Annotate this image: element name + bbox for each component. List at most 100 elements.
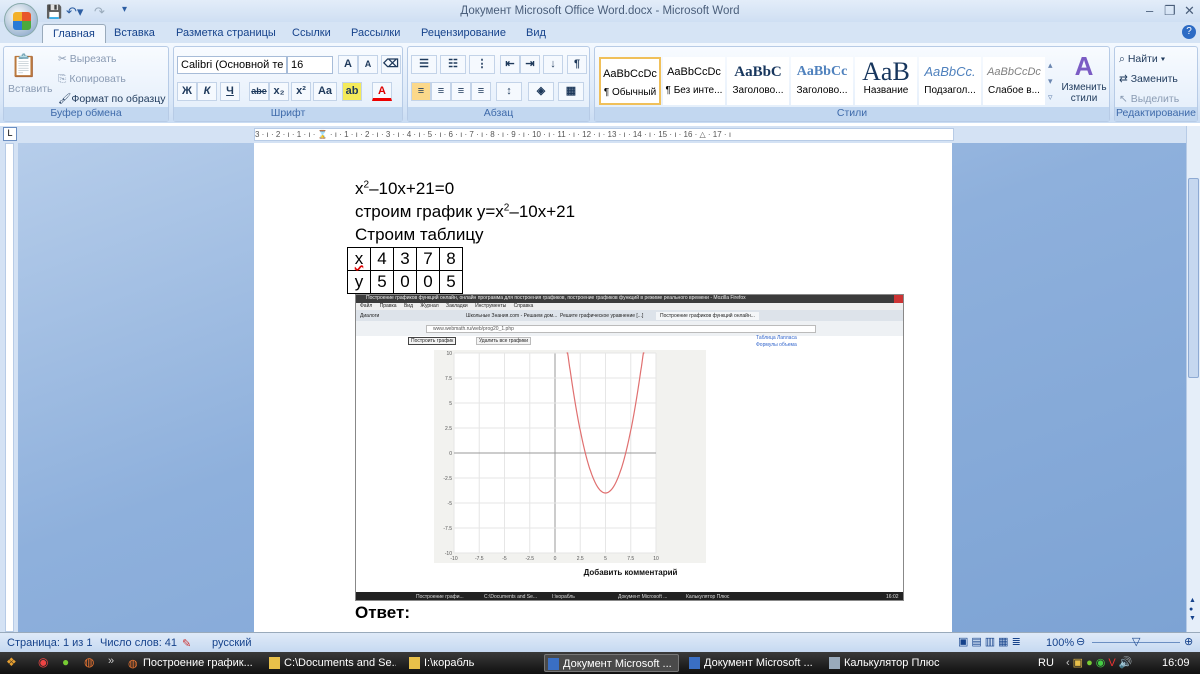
tab-insert[interactable]: Вставка [114, 27, 155, 39]
show-marks-icon[interactable]: ¶ [567, 55, 587, 74]
numbering-icon[interactable]: ☷ [440, 55, 466, 74]
redo-icon[interactable]: ↷ [94, 4, 105, 20]
style-normal[interactable]: AaBbCcDc ¶ Обычный [599, 57, 661, 105]
tab-selector-icon[interactable]: L [3, 127, 17, 141]
table-cell[interactable]: 8 [439, 247, 463, 271]
style-title[interactable]: AaB Название [855, 57, 917, 105]
tab-view[interactable]: Вид [526, 27, 546, 39]
decrease-indent-icon[interactable]: ⇤ [500, 55, 520, 74]
align-left-icon[interactable]: ≡ [411, 82, 431, 101]
style-heading-1[interactable]: AaBbC Заголово... [727, 57, 789, 105]
change-case-button[interactable]: Aa [313, 82, 337, 101]
format-painter-button[interactable]: 🖌Формат по образцу [58, 92, 166, 105]
change-styles-button[interactable]: A Изменить стили [1059, 51, 1109, 104]
shrink-font-button[interactable]: A [358, 55, 378, 74]
taskbar-item-folder[interactable]: I:\корабль [406, 654, 536, 672]
taskbar-item-calculator[interactable]: Калькулятор Плюс [826, 654, 956, 672]
maximize-button[interactable]: ❐ [1164, 3, 1176, 19]
font-size-combo[interactable]: 16 [287, 56, 333, 74]
language[interactable]: русский [212, 637, 251, 649]
zoom-out-icon[interactable]: ⊖ [1076, 635, 1085, 648]
font-color-icon[interactable]: A [372, 82, 392, 101]
style-no-spacing[interactable]: AaBbCcDc ¶ Без инте... [663, 57, 725, 105]
start-icon[interactable]: ❖ [6, 655, 17, 669]
embedded-screenshot[interactable]: Построение графиков функций онлайн, онла… [355, 294, 904, 601]
select-button[interactable]: ↖ Выделить [1119, 93, 1179, 105]
zoom-slider-thumb[interactable]: ▽ [1132, 635, 1140, 648]
taskbar-item-word[interactable]: Документ Microsoft ... [686, 654, 816, 672]
values-table[interactable]: x4378 y5005 [347, 247, 463, 294]
bullets-icon[interactable]: ☰ [411, 55, 437, 74]
page-count[interactable]: Страница: 1 из 1 [7, 637, 93, 649]
increase-indent-icon[interactable]: ⇥ [520, 55, 540, 74]
align-center-icon[interactable]: ≡ [431, 82, 451, 101]
horizontal-ruler[interactable]: 3 · ı · 2 · ı · 1 · ı · ⌛ · ı · 1 · ı · … [254, 128, 954, 141]
equation-line[interactable]: x2–10x+21=0 [355, 179, 454, 199]
table-caption[interactable]: Строим таблицу [355, 225, 484, 245]
table-cell[interactable]: 5 [370, 270, 394, 294]
firefox-icon[interactable]: ◍ [84, 655, 94, 669]
borders-icon[interactable]: ▦ [558, 82, 584, 101]
tab-references[interactable]: Ссылки [292, 27, 331, 39]
table-cell[interactable]: 0 [393, 270, 417, 294]
cut-button[interactable]: ✂ Вырезать [58, 53, 116, 65]
underline-button[interactable]: Ч [220, 82, 240, 101]
table-cell[interactable]: 4 [370, 247, 394, 271]
copy-button[interactable]: ⎘ Копировать [58, 73, 126, 86]
minimize-button[interactable]: – [1146, 3, 1153, 18]
taskbar-item-word-active[interactable]: Документ Microsoft ... [544, 654, 679, 672]
strikethrough-button[interactable]: abe [249, 82, 269, 101]
scrollbar-thumb[interactable] [1188, 178, 1199, 378]
line-spacing-icon[interactable]: ↕ [496, 82, 522, 101]
shading-icon[interactable]: ◈ [528, 82, 554, 101]
multilevel-list-icon[interactable]: ⋮ [469, 55, 495, 74]
find-button[interactable]: ⌕ Найти ▾ [1119, 53, 1165, 66]
tab-mailings[interactable]: Рассылки [351, 27, 400, 39]
table-cell[interactable]: y [347, 270, 371, 294]
highlight-icon[interactable]: ab [342, 82, 362, 101]
taskbar-item-firefox[interactable]: ◍ Построение график... [125, 654, 255, 672]
paste-button[interactable]: Вставить [8, 83, 53, 95]
table-cell[interactable]: 7 [416, 247, 440, 271]
tab-home[interactable]: Главная [42, 24, 106, 44]
word-count[interactable]: Число слов: 41 [100, 637, 177, 649]
utorrent-icon[interactable]: ● [62, 655, 69, 669]
grow-font-button[interactable]: A [338, 55, 358, 74]
vertical-scrollbar[interactable]: ▲ ● ▼ [1186, 126, 1200, 632]
help-icon[interactable]: ? [1182, 25, 1196, 39]
customize-qat-icon[interactable]: ▾ [122, 4, 127, 15]
answer-label[interactable]: Ответ: [355, 603, 410, 623]
graph-line[interactable]: строим график y=x2–10x+21 [355, 202, 575, 222]
view-buttons[interactable]: ▣▤▥▦≣ [958, 635, 1024, 648]
paste-icon[interactable]: 📋 [10, 53, 37, 79]
taskbar-item-explorer[interactable]: C:\Documents and Se... [266, 654, 396, 672]
subscript-button[interactable]: x₂ [269, 82, 289, 101]
align-right-icon[interactable]: ≡ [451, 82, 471, 101]
italic-button[interactable]: К [197, 82, 217, 101]
office-button[interactable] [4, 3, 38, 37]
tray-icons[interactable]: ‹▣●◉V🔊 [1066, 656, 1135, 669]
browse-buttons[interactable]: ▲ ● ▼ [1189, 596, 1196, 623]
table-cell[interactable]: 5 [439, 270, 463, 294]
zoom-level[interactable]: 100% [1046, 637, 1074, 649]
font-name-combo[interactable]: Calibri (Основной те [177, 56, 287, 74]
chrome-icon[interactable]: ◉ [38, 655, 48, 669]
sort-icon[interactable]: ↓ [543, 55, 563, 74]
style-subtitle[interactable]: AaBbCc. Подзагол... [919, 57, 981, 105]
style-heading-2[interactable]: AaBbCc Заголово... [791, 57, 853, 105]
table-cell[interactable]: x [347, 247, 371, 271]
replace-button[interactable]: ⇄ Заменить [1119, 73, 1178, 85]
styles-scroll[interactable]: ▴ ▾ ▿ [1048, 57, 1053, 105]
justify-icon[interactable]: ≡ [471, 82, 491, 101]
bold-button[interactable]: Ж [177, 82, 197, 101]
tab-review[interactable]: Рецензирование [421, 27, 506, 39]
clear-format-icon[interactable]: ⌫ [381, 55, 401, 74]
table-cell[interactable]: 0 [416, 270, 440, 294]
close-button[interactable]: ✕ [1184, 3, 1195, 19]
more-icon[interactable]: » [108, 655, 114, 667]
tab-page-layout[interactable]: Разметка страницы [176, 27, 276, 39]
table-cell[interactable]: 3 [393, 247, 417, 271]
save-icon[interactable]: 💾 [46, 4, 62, 20]
proofing-icon[interactable]: ✎ [182, 637, 191, 650]
undo-icon[interactable]: ↶▾ [66, 4, 83, 20]
